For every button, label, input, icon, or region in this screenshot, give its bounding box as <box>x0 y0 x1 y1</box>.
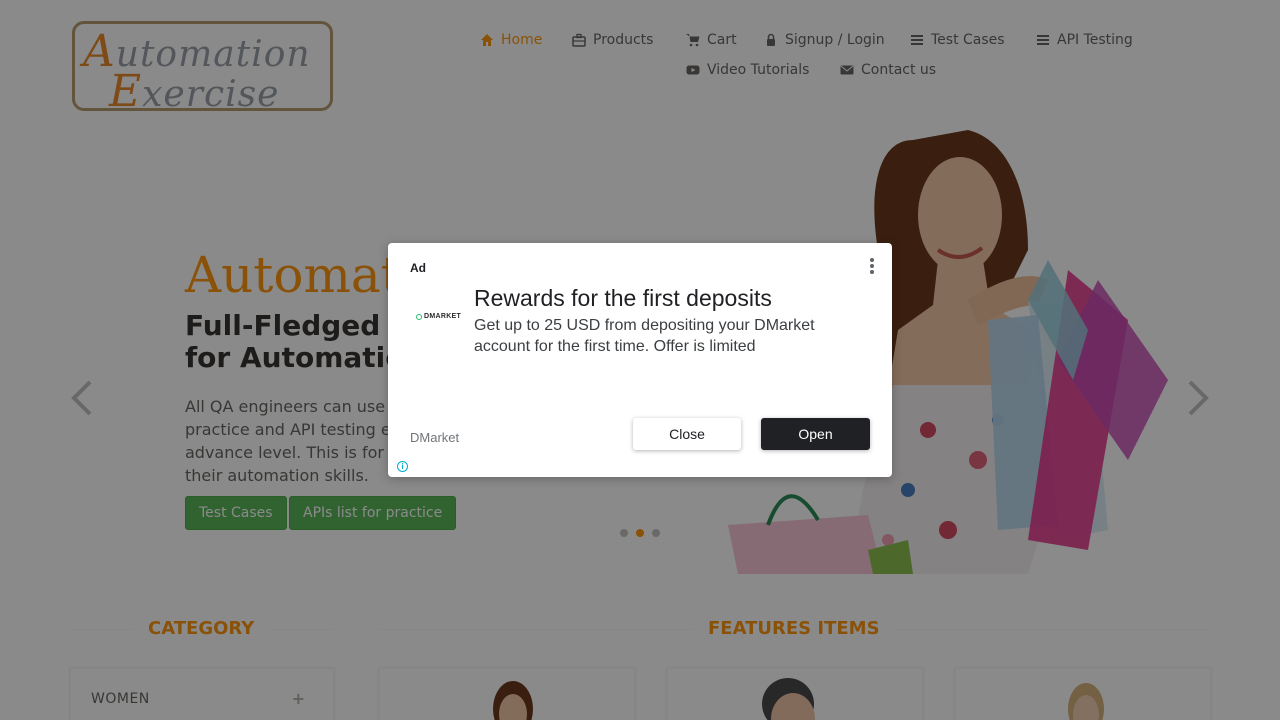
ad-advertiser: DMarket <box>410 430 460 445</box>
ad-headline[interactable]: Rewards for the first deposits <box>474 285 772 312</box>
dmarket-logo[interactable]: DMARKET <box>416 313 461 320</box>
more-options-icon[interactable] <box>868 258 876 278</box>
info-icon[interactable]: i <box>397 461 408 472</box>
ad-label: Ad <box>410 261 426 275</box>
open-button[interactable]: Open <box>761 418 870 450</box>
close-button[interactable]: Close <box>633 418 741 450</box>
ad-dialog: Ad DMARKET Rewards for the first deposit… <box>388 243 892 477</box>
ad-body: Get up to 25 USD from depositing your DM… <box>474 317 815 355</box>
